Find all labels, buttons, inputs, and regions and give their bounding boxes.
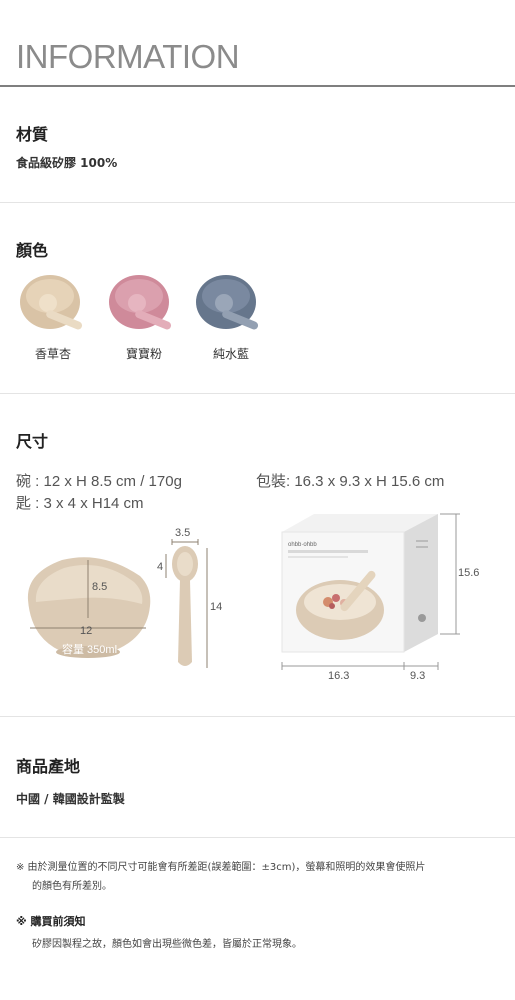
bowl-spec: 碗 : 12 x H 8.5 cm / 170g (16, 473, 182, 490)
spoon-depth-label: 4 (157, 561, 163, 573)
spoon-diagram: 3.5 4 14 (157, 527, 222, 668)
material-value: 食品級矽膠 100% (16, 156, 118, 170)
color-name-vanilla: 香草杏 (34, 347, 71, 361)
purchase-notice-heading: ※ 購買前須知 (16, 915, 86, 928)
bowl-capacity-label: 容量 350ml (62, 642, 117, 656)
origin-value: 中國 / 韓國設計監製 (16, 792, 125, 806)
spoon-length-label: 14 (210, 601, 222, 613)
bowl-diagram: 8.5 12 容量 350ml (27, 557, 151, 658)
box-height-label: 15.6 (458, 567, 479, 579)
section-divider (0, 393, 515, 394)
colors-heading: 顏色 (16, 241, 49, 260)
box-depth-label: 9.3 (410, 670, 425, 682)
spoon-width-label: 3.5 (175, 527, 190, 539)
box-width-label: 16.3 (328, 670, 349, 682)
vanilla-bowl-swatch (20, 275, 83, 330)
package-diagram: ohbb·ohbb 15.6 16.3 9.3 (281, 513, 479, 682)
section-divider (0, 716, 515, 717)
color-name-pink: 寶寶粉 (125, 347, 162, 361)
section-divider (0, 202, 515, 203)
blue-bowl-swatch (196, 275, 259, 330)
bowl-width-label: 12 (80, 625, 92, 637)
measurement-note-continued: 的顏色有所差別。 (32, 881, 112, 892)
material-heading: 材質 (16, 125, 49, 144)
box-brand-label: ohbb·ohbb (288, 542, 317, 548)
bowl-height-label: 8.5 (92, 581, 107, 593)
pink-bowl-swatch (109, 275, 172, 330)
origin-heading: 商品產地 (16, 757, 81, 776)
measurement-note: ※ 由於測量位置的不同尺寸可能會有所差距(誤差範圍：±3cm)，螢幕和照明的效果… (16, 862, 426, 873)
package-spec: 包裝: 16.3 x 9.3 x H 15.6 cm (256, 473, 445, 490)
size-heading: 尺寸 (16, 432, 49, 451)
spoon-spec: 匙 : 3 x 4 x H14 cm (16, 495, 144, 512)
title-divider (0, 85, 515, 87)
color-name-blue: 純水藍 (212, 347, 249, 361)
purchase-notice-body: 矽膠因製程之故，顏色如會出現些微色差，皆屬於正常現象。 (32, 939, 302, 950)
page-title: INFORMATION (16, 38, 240, 75)
section-divider (0, 837, 515, 838)
